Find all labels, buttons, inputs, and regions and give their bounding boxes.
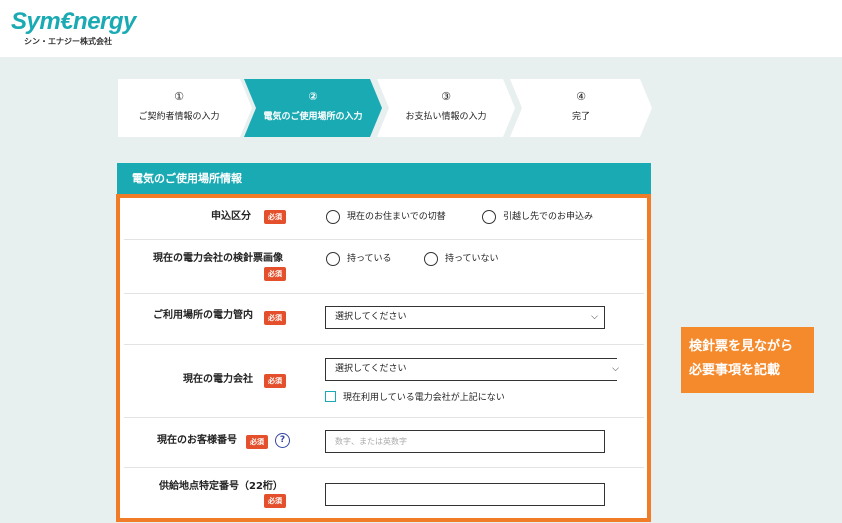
label-supply-point: 供給地点特定番号（22桁） — [159, 481, 283, 492]
company-not-listed-checkbox[interactable]: 現在利用している電力会社が上記にない — [325, 390, 505, 403]
company-select[interactable]: 選択してください ⌵ — [325, 358, 619, 381]
required-badge: 必須 — [264, 494, 286, 508]
label-company: 現在の電力会社 — [183, 374, 253, 385]
radio-current-address[interactable]: 現在のお住まいでの切替 — [326, 210, 446, 224]
annotation-line-2: 必要事項を記載 — [689, 363, 781, 378]
step-2: ② 電気のご使用場所の入力 — [244, 79, 382, 137]
radio-circle[interactable] — [424, 252, 438, 266]
progress-steps: ① ご契約者情報の入力 ② 電気のご使用場所の入力 ③ お支払い情報の入力 ④ … — [118, 79, 652, 137]
step-1: ① ご契約者情報の入力 — [118, 79, 252, 137]
step-3-number: ③ — [441, 90, 451, 103]
step-3: ③ お支払い情報の入力 — [377, 79, 515, 137]
step-4-shape — [510, 79, 652, 137]
radio-circle[interactable] — [482, 210, 496, 224]
required-badge: 必須 — [264, 311, 286, 325]
required-badge: 必須 — [264, 374, 286, 388]
required-badge: 必須 — [246, 435, 268, 449]
company-name: シン・エナジー株式会社 — [24, 37, 112, 46]
radio-label: 持っていない — [445, 254, 499, 264]
step-2-shape — [244, 79, 382, 137]
label-customer-number: 現在のお客様番号 — [157, 435, 237, 446]
panel-title: 電気のご使用場所情報 — [117, 163, 651, 194]
label-application-type: 申込区分 — [211, 211, 251, 222]
checkbox-box[interactable] — [325, 391, 336, 402]
annotation-note: 検針票を見ながら 必要事項を記載 — [681, 327, 814, 393]
radio-circle[interactable] — [326, 210, 340, 224]
row-application-type: 申込区分 必須 現在のお住まいでの切替 引越し先でのお申込み — [124, 198, 644, 240]
step-4-number: ④ — [576, 90, 586, 103]
radio-label: 引越し先でのお申込み — [503, 212, 594, 222]
required-badge: 必須 — [264, 267, 286, 281]
chevron-down-icon: ⌵ — [591, 312, 598, 322]
customer-number-input[interactable]: 数字、または英数字 — [325, 430, 605, 453]
row-meter-image: 現在の電力会社の検針票画像 必須 持っている 持っていない — [124, 240, 644, 294]
step-4: ④ 完了 — [510, 79, 652, 137]
step-3-shape — [377, 79, 515, 137]
step-1-number: ① — [174, 90, 184, 103]
row-supply-point: 供給地点特定番号（22桁） 必須 — [124, 468, 644, 522]
chevron-down-icon: ⌵ — [612, 364, 619, 374]
radio-label: 持っている — [347, 254, 392, 264]
area-select-value: 選択してください — [335, 312, 407, 322]
radio-circle[interactable] — [326, 252, 340, 266]
radio-no-image[interactable]: 持っていない — [424, 252, 499, 266]
help-icon[interactable]: ? — [275, 433, 290, 448]
supply-point-input[interactable] — [325, 483, 605, 506]
brand-logo[interactable]: Sym€nergy — [11, 9, 136, 35]
step-2-number: ② — [308, 90, 318, 103]
row-area: ご利用場所の電力管内 必須 選択してください ⌵ — [124, 294, 644, 345]
required-badge: 必須 — [264, 210, 286, 224]
step-1-shape — [118, 79, 252, 137]
step-1-label: ご契約者情報の入力 — [138, 112, 220, 122]
radio-have-image[interactable]: 持っている — [326, 252, 392, 266]
label-area: ご利用場所の電力管内 — [153, 310, 253, 321]
row-customer-number: 現在のお客様番号 必須 ? 数字、または英数字 — [124, 418, 644, 468]
annotation-line-1: 検針票を見ながら — [689, 339, 794, 354]
radio-label: 現在のお住まいでの切替 — [347, 212, 446, 222]
label-meter-image: 現在の電力会社の検針票画像 — [153, 253, 283, 264]
area-select[interactable]: 選択してください ⌵ — [325, 306, 605, 329]
step-3-label: お支払い情報の入力 — [405, 112, 487, 122]
step-2-label: 電気のご使用場所の入力 — [263, 112, 363, 122]
site-header: Sym€nergy シン・エナジー株式会社 — [0, 0, 842, 57]
checkbox-label: 現在利用している電力会社が上記にない — [343, 393, 505, 403]
row-company: 現在の電力会社 必須 選択してください ⌵ 現在利用している電力会社が上記にない — [124, 345, 644, 418]
company-select-value: 選択してください — [335, 364, 407, 374]
radio-moving[interactable]: 引越し先でのお申込み — [482, 210, 593, 224]
form-highlight-box: 申込区分 必須 現在のお住まいでの切替 引越し先でのお申込み 現在の電力会社の検… — [116, 194, 651, 522]
step-4-label: 完了 — [571, 112, 590, 122]
